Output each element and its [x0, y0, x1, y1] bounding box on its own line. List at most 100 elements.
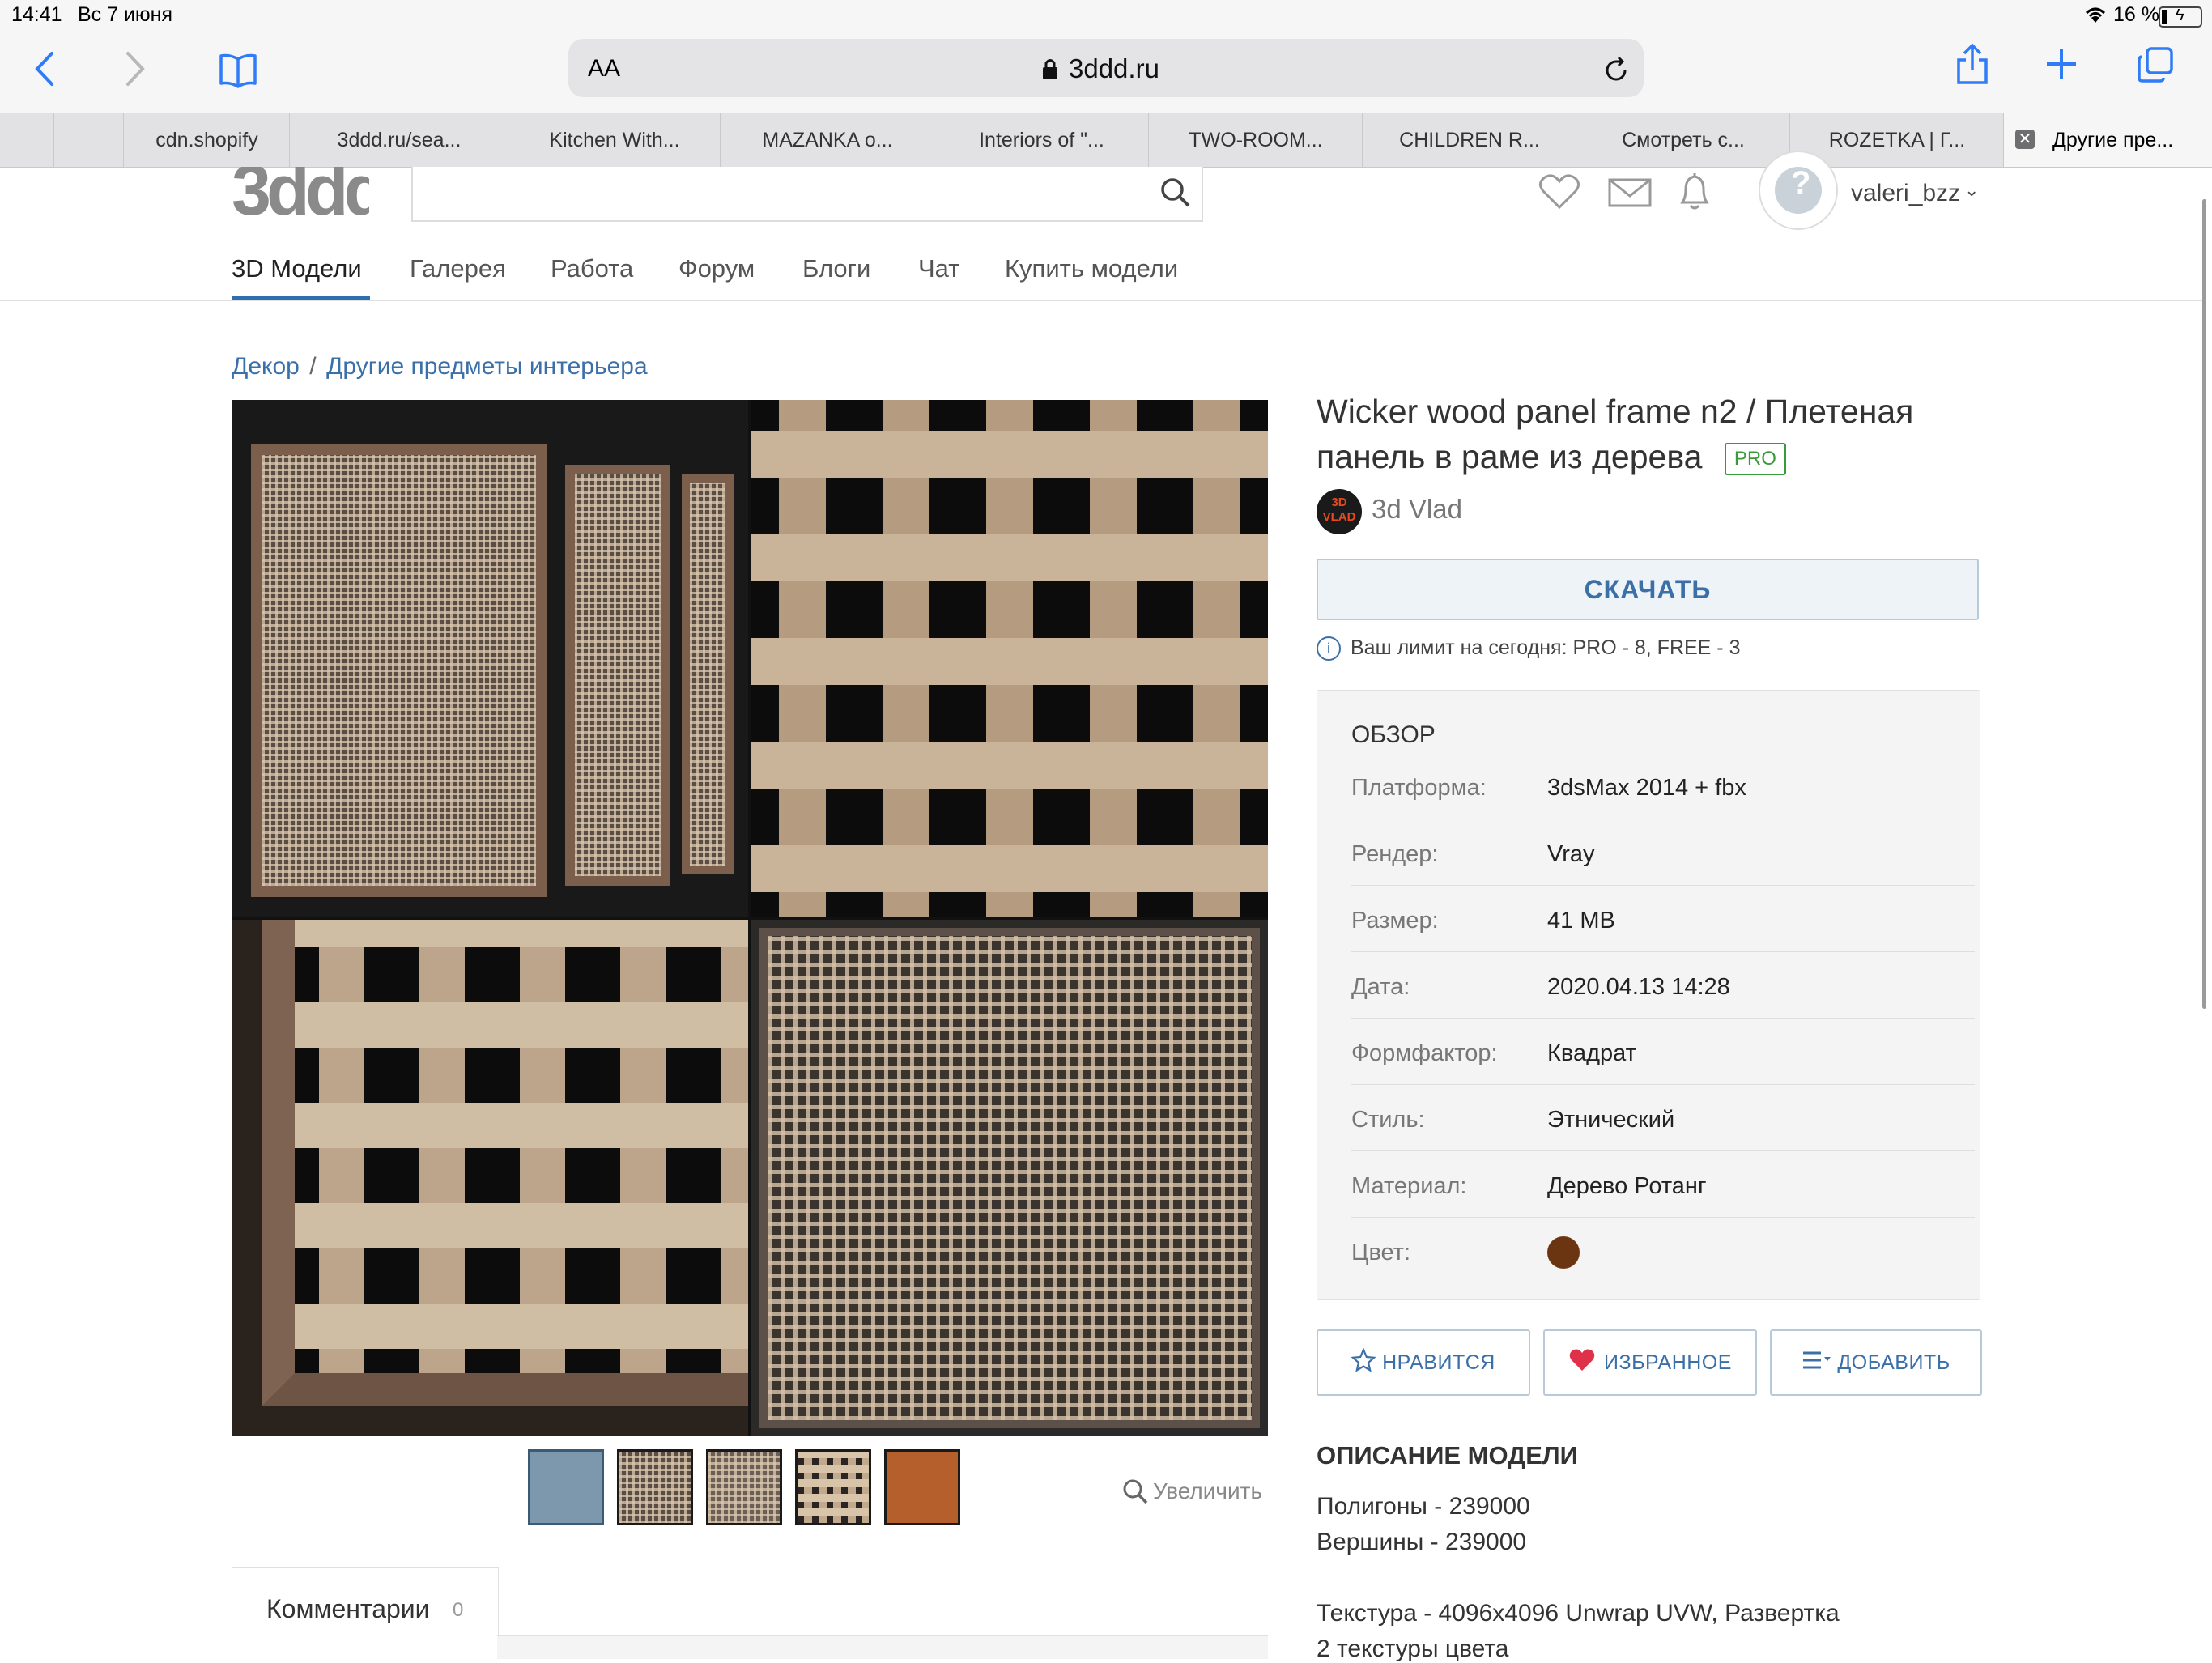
battery-percent: 16 %	[2113, 3, 2159, 26]
breadcrumb-decor[interactable]: Декор	[232, 353, 300, 380]
thumbnail-5[interactable]	[884, 1449, 960, 1525]
status-bar: 14:41 Вс 7 июня 16 % ϟ	[0, 0, 2212, 34]
platform-value: 3dsMax 2014 + fbx	[1547, 775, 1746, 801]
site-logo[interactable]: 3ddd	[232, 167, 369, 223]
render-label: Рендер:	[1351, 841, 1439, 867]
heart-icon[interactable]	[1538, 173, 1580, 215]
add-to-collection-button[interactable]: ДОБАВИТЬ	[1770, 1329, 1982, 1396]
site-search	[411, 167, 1203, 222]
new-tab-icon[interactable]	[2044, 45, 2079, 89]
description-polygons: Полигоны - 239000	[1317, 1493, 1530, 1520]
date-value: 2020.04.13 14:28	[1547, 974, 1730, 1000]
tab-1[interactable]: 3ddd.ru/sea...	[289, 113, 508, 167]
style-value[interactable]: Этнический	[1547, 1107, 1674, 1133]
comments-count: 0	[453, 1599, 464, 1621]
avatar[interactable]: ?	[1759, 151, 1838, 230]
nav-chat[interactable]: Чат	[918, 254, 959, 283]
wifi-icon	[2082, 5, 2108, 28]
tab-2[interactable]: Kitchen With...	[508, 113, 721, 167]
comments-tab[interactable]: Комментарии 0	[232, 1567, 499, 1659]
tab-6[interactable]: CHILDREN R...	[1362, 113, 1576, 167]
limit-text: Ваш лимит на сегодня: PRO - 8, FREE - 3	[1351, 636, 1741, 659]
tabs-strip	[497, 1635, 1268, 1659]
tabs-overview-icon[interactable]	[2136, 45, 2175, 91]
reader-aa-button[interactable]: AA	[588, 55, 620, 83]
size-value: 41 MB	[1547, 908, 1615, 934]
favorite-button[interactable]: ИЗБРАННОЕ	[1543, 1329, 1757, 1396]
formfactor-label: Формфактор:	[1351, 1040, 1498, 1066]
like-button[interactable]: НРАВИТСЯ	[1317, 1329, 1530, 1396]
nav-work[interactable]: Работа	[551, 254, 633, 283]
site-page: 3ddd ? valeri_bzz ⌄ 3D Модели Галерея Ра…	[0, 151, 2212, 1662]
username[interactable]: valeri_bzz	[1851, 180, 1960, 207]
tab-0[interactable]: cdn.shopify	[123, 113, 290, 167]
back-icon[interactable]	[29, 47, 62, 98]
model-title-line1: Wicker wood panel frame n2 / Плетеная	[1317, 393, 1914, 430]
material-value[interactable]: Дерево Ротанг	[1547, 1173, 1707, 1200]
image-weave-closeup	[751, 400, 1268, 917]
search-input[interactable]	[419, 172, 1151, 214]
style-label: Стиль:	[1351, 1107, 1425, 1133]
address-bar[interactable]: AA 3ddd.ru	[568, 39, 1644, 97]
nav-3d-models[interactable]: 3D Модели	[232, 254, 362, 283]
model-image[interactable]	[232, 400, 1268, 1436]
chevron-down-icon[interactable]: ⌄	[1964, 180, 1979, 201]
magnifier-icon	[1122, 1478, 1148, 1508]
image-panels-view	[232, 400, 748, 917]
author-name[interactable]: 3d Vlad	[1372, 494, 1462, 525]
breadcrumb-other-interior[interactable]: Другие предметы интерьера	[326, 353, 648, 380]
color-swatch[interactable]	[1547, 1236, 1580, 1269]
overview-panel: ОБЗОР Платформа: 3dsMax 2014 + fbx Ренде…	[1317, 690, 1980, 1300]
description-texture: Текстура - 4096x4096 Unwrap UVW, Разверт…	[1317, 1600, 1840, 1627]
author-avatar[interactable]: 3D VLAD	[1317, 489, 1362, 534]
size-label: Размер:	[1351, 908, 1439, 934]
nav-blogs[interactable]: Блоги	[802, 254, 870, 283]
tab-7[interactable]: Смотреть с...	[1576, 113, 1790, 167]
thumbnail-3[interactable]	[706, 1449, 782, 1525]
bookmarks-icon[interactable]	[219, 52, 257, 96]
lock-icon	[1041, 57, 1059, 85]
page-scrollbar[interactable]	[2202, 199, 2206, 1009]
nav-gallery[interactable]: Галерея	[410, 254, 506, 283]
share-icon[interactable]	[1955, 42, 1990, 93]
mail-icon[interactable]	[1608, 178, 1652, 211]
pro-badge: PRO	[1724, 443, 1786, 476]
favorite-label: ИЗБРАННОЕ	[1604, 1350, 1732, 1374]
thumbnail-strip	[528, 1449, 965, 1530]
thumbnail-2[interactable]	[617, 1449, 693, 1525]
star-icon	[1351, 1346, 1376, 1378]
formfactor-value[interactable]: Квадрат	[1547, 1040, 1636, 1067]
color-label: Цвет:	[1351, 1240, 1411, 1265]
nav-active-indicator	[232, 296, 370, 300]
download-button[interactable]: СКАЧАТЬ	[1317, 559, 1979, 620]
search-icon[interactable]	[1159, 177, 1192, 213]
nav-forum[interactable]: Форум	[678, 254, 755, 283]
nav-divider	[0, 300, 2202, 301]
material-label: Материал:	[1351, 1173, 1467, 1199]
tab-active[interactable]: ✕ Другие пре...	[2003, 113, 2212, 167]
bell-icon[interactable]	[1676, 172, 1713, 216]
tab-pinned-2[interactable]	[53, 113, 124, 167]
render-value[interactable]: Vray	[1547, 841, 1595, 868]
thumbnail-1[interactable]	[528, 1449, 604, 1525]
forward-icon[interactable]	[118, 47, 151, 98]
close-tab-icon[interactable]: ✕	[2015, 130, 2035, 149]
thumbnail-4[interactable]	[795, 1449, 871, 1525]
like-label: НРАВИТСЯ	[1382, 1350, 1495, 1374]
tab-active-label: Другие пре...	[2052, 129, 2174, 151]
tab-3[interactable]: MAZANKA o...	[720, 113, 934, 167]
tab-4[interactable]: Interiors of "...	[934, 113, 1149, 167]
tab-pinned-1[interactable]	[15, 113, 54, 167]
list-menu-icon	[1802, 1350, 1831, 1376]
tab-bar: cdn.shopify 3ddd.ru/sea... Kitchen With.…	[0, 113, 2212, 168]
overview-title: ОБЗОР	[1351, 721, 1436, 748]
reload-icon[interactable]	[1602, 53, 1631, 88]
model-title: Wicker wood panel frame n2 / Плетеная па…	[1317, 389, 1997, 479]
tab-5[interactable]: TWO-ROOM...	[1148, 113, 1363, 167]
model-description: ОПИСАНИЕ МОДЕЛИ Полигоны - 239000 Вершин…	[1317, 1441, 2045, 1662]
battery-icon: ϟ	[2159, 6, 2202, 28]
platform-label: Платформа:	[1351, 775, 1487, 801]
image-frame-closeup	[232, 920, 748, 1436]
date-label: Дата:	[1351, 974, 1410, 1000]
nav-buy-models[interactable]: Купить модели	[1005, 254, 1178, 283]
